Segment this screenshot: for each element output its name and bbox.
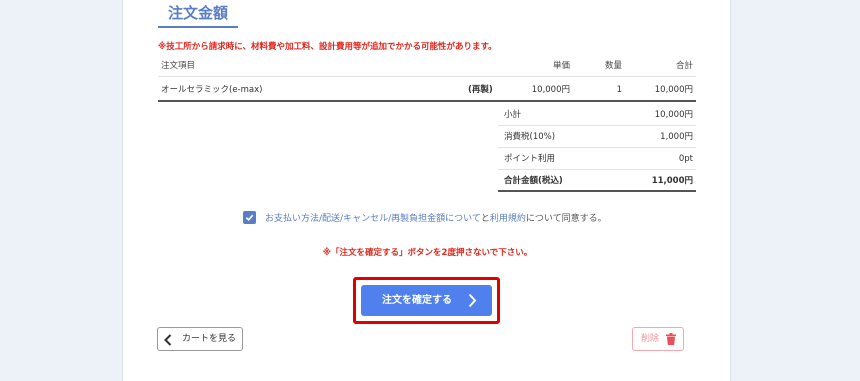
view-cart-button[interactable]: カートを見る (157, 327, 243, 351)
summary-value: 10,000円 (654, 110, 693, 120)
chevron-left-icon (164, 334, 172, 346)
summary-value: 0pt (678, 154, 693, 164)
summary-label: ポイント利用 (504, 154, 556, 164)
table-row: オールセラミック(e-max) (再製) 10,000円 1 10,000円 (158, 78, 696, 102)
header-price: 単価 (552, 61, 570, 71)
terms-link-payment[interactable]: お支払い方法/配送/キャンセル/再製負担金額について (265, 211, 481, 224)
summary-tax-row: 消費税(10%) 1,000円 (498, 126, 696, 148)
summary-value: 1,000円 (660, 132, 693, 142)
item-total: 10,000円 (654, 85, 693, 95)
summary-total-row: 合計金額(税込) 11,000円 (498, 170, 696, 192)
chevron-right-icon (468, 293, 477, 308)
summary-label: 消費税(10%) (504, 132, 556, 142)
table-header-row: 注文項目 単価 数量 合計 (158, 55, 696, 77)
confirm-label: 注文を確定する (382, 295, 452, 306)
section-title: 注文金額 (158, 2, 238, 28)
delete-button[interactable]: 削除 (632, 327, 684, 351)
item-tag: (再製) (468, 85, 493, 95)
confirm-highlight: 注文を確定する (353, 277, 500, 324)
additional-cost-notice: ※技工所から請求時に、材料費や加工料、設計費用等が追加でかかる可能性があります。 (158, 42, 497, 52)
agreement-row: お支払い方法/配送/キャンセル/再製負担金額について と 利用規約 について同意… (243, 211, 607, 224)
summary-points-row: ポイント利用 0pt (498, 148, 696, 170)
agreement-suffix-text: について同意する。 (525, 214, 607, 224)
delete-label: 削除 (641, 334, 660, 344)
item-price: 10,000円 (531, 85, 570, 95)
order-panel: 注文金額 ※技工所から請求時に、材料費や加工料、設計費用等が追加でかかる可能性が… (122, 0, 731, 381)
summary-label: 合計金額(税込) (504, 176, 563, 186)
check-icon (245, 214, 254, 222)
terms-link-rules[interactable]: 利用規約 (490, 211, 526, 224)
double-click-warning: ※「注文を確定する」ボタンを2度押さないで下さい。 (322, 248, 533, 258)
header-total: 合計 (675, 61, 693, 71)
header-item: 注文項目 (161, 61, 196, 71)
cart-label: カートを見る (182, 334, 237, 344)
trash-icon (666, 333, 676, 345)
summary-value: 11,000円 (651, 176, 693, 186)
agree-checkbox[interactable] (243, 211, 256, 224)
agreement-mid-text: と (480, 214, 490, 224)
summary-subtotal-row: 小計 10,000円 (498, 104, 696, 126)
summary-label: 小計 (504, 110, 522, 120)
confirm-order-button[interactable]: 注文を確定する (361, 285, 492, 316)
header-qty: 数量 (604, 61, 622, 71)
item-name: オールセラミック(e-max) (161, 85, 263, 95)
item-qty: 1 (616, 85, 622, 95)
